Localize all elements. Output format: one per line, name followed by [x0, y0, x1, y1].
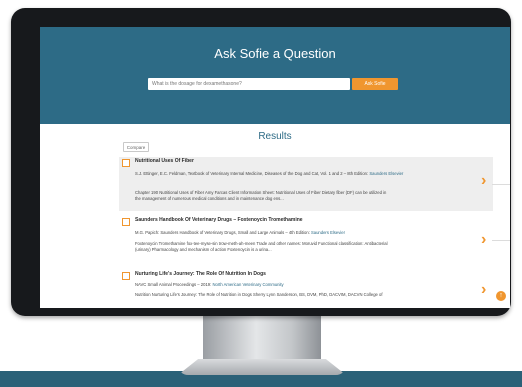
page-title: Ask Sofie a Question [214, 46, 336, 61]
scroll-to-top-button[interactable]: ↑ [496, 291, 506, 301]
result-snippet-line: the management of numerous medical condi… [135, 196, 284, 201]
result-select-checkbox[interactable] [122, 272, 130, 280]
ask-sofie-button[interactable]: Ask Sofie [352, 78, 398, 90]
question-input[interactable] [148, 78, 350, 90]
result-source: M.G. Papich: Saunders Handbook of Veteri… [135, 230, 463, 236]
chevron-right-icon[interactable]: › [481, 282, 486, 298]
result-title[interactable]: Nutritional Uses Of Fiber [135, 158, 194, 164]
result-card[interactable]: Nurturing Life's Journey: The Role Of Nu… [119, 270, 493, 308]
result-select-checkbox[interactable] [122, 218, 130, 226]
result-card[interactable]: Nutritional Uses Of Fiber S.J. Ettinger,… [119, 157, 493, 211]
publisher-link[interactable]: Saunders Elsevier [311, 230, 345, 235]
divider [492, 184, 510, 185]
monitor-stand-base [178, 359, 346, 375]
result-source: S.J. Ettinger, E.C. Feldman, Textbook of… [135, 171, 463, 177]
header-banner: Ask Sofie a Question Ask Sofie [40, 27, 510, 124]
monitor-bezel: Ask Sofie a Question Ask Sofie Results C… [11, 8, 511, 316]
result-source-text: S.J. Ettinger, E.C. Feldman, Textbook of… [135, 171, 370, 176]
result-card[interactable]: Saunders Handbook Of Veterinary Drugs – … [119, 216, 493, 264]
arrow-up-icon: ↑ [499, 292, 503, 299]
divider [492, 240, 510, 241]
result-source-text: NAVC Small Animal Proceedings – 2019: [135, 282, 213, 287]
monitor-stand-neck [203, 316, 321, 364]
chevron-right-icon[interactable]: › [481, 173, 486, 189]
results-heading: Results [258, 131, 292, 142]
result-source: NAVC Small Animal Proceedings – 2019: No… [135, 282, 463, 288]
page: { "header": { "title": "Ask Sofie a Ques… [0, 0, 522, 387]
publisher-link[interactable]: North American Veterinary Community [212, 282, 283, 287]
result-snippet-line: Nutrition Nurturing Life's Journey: The … [135, 292, 383, 297]
chevron-right-icon[interactable]: › [481, 232, 486, 248]
result-snippet-line: (urinary) Pharmacology and mechanism of … [135, 247, 272, 252]
result-select-checkbox[interactable] [122, 159, 130, 167]
result-title[interactable]: Nurturing Life's Journey: The Role Of Nu… [135, 271, 266, 277]
result-source-text: M.G. Papich: Saunders Handbook of Veteri… [135, 230, 311, 235]
screen: Ask Sofie a Question Ask Sofie Results C… [40, 27, 510, 308]
result-title[interactable]: Saunders Handbook Of Veterinary Drugs – … [135, 217, 303, 223]
publisher-link[interactable]: Saunders Elsevier [369, 171, 403, 176]
compare-button[interactable]: Compare [123, 142, 149, 152]
